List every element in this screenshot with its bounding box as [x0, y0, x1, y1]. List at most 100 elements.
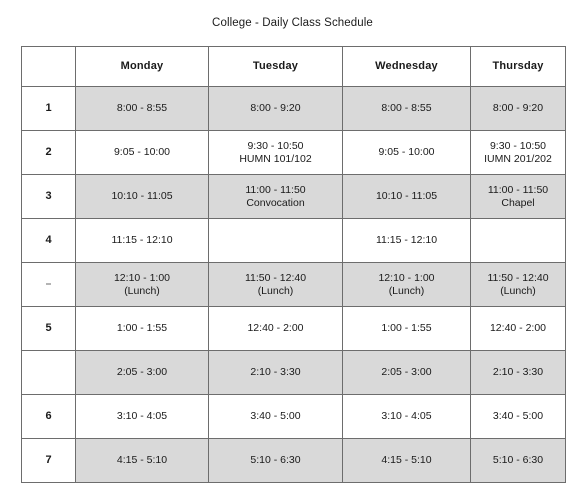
cell-time: 12:40 - 2:00 [247, 322, 304, 334]
table-row: 6 3:10 - 4:05 3:40 - 5:00 3:10 - 4:05 3:40 -… [21, 394, 566, 439]
schedule-cell-monday: 4:15 - 5:10 [75, 438, 209, 483]
schedule-cell-thursday: 3:40 - 5:00 [470, 394, 566, 439]
table-row: 1 8:00 - 8:55 8:00 - 9:20 8:00 - 8:55 8:00 -… [21, 86, 566, 131]
schedule-cell-monday: 8:00 - 8:55 [75, 86, 209, 131]
cell-time: 3:10 - 4:05 [381, 410, 432, 422]
schedule-cell-thursday: 8:00 - 9:20 [470, 86, 566, 131]
table-row: 2 9:05 - 10:00 9:30 - 10:50 HUMN 101/102 9:0… [21, 130, 566, 175]
cell-time: 9:30 - 10:50 [489, 139, 547, 152]
schedule-cell-tuesday: 12:40 - 2:00 [208, 306, 343, 351]
cell-time: 11:15 - 12:10 [375, 234, 438, 246]
cell-time: 5:10 - 6:30 [250, 454, 301, 466]
schedule-cell-tuesday: 11:50 - 12:40 (Lunch) [208, 262, 343, 307]
table-row: 7 4:15 - 5:10 5:10 - 6:30 4:15 - 5:10 5:10 -… [21, 438, 566, 483]
schedule-cell-tuesday: 2:10 - 3:30 [208, 350, 343, 395]
schedule-cell-thursday: 5:10 - 6:30 [470, 438, 566, 483]
cell-time: 3:10 - 4:05 [116, 410, 168, 422]
schedule-cell-thursday: 11:50 - 12:40 (Lunch) [470, 262, 566, 307]
schedule-table: Monday Tuesday Wednesday Thursday 1 8:00 … [21, 46, 566, 483]
schedule-cell-wednesday: 3:10 - 4:05 [342, 394, 471, 439]
cell-time: 4:15 - 5:10 [116, 454, 168, 466]
cell-note: HUMN 101/102 [239, 152, 312, 165]
period-number-cell [21, 262, 76, 307]
cell-time: 11:50 - 12:40 [487, 271, 549, 284]
cell-note: IUMN 201/202 [484, 152, 552, 165]
schedule-cell-monday: 2:05 - 3:00 [75, 350, 209, 395]
cell-time: 8:00 - 8:55 [381, 102, 432, 114]
cell-time: 11:00 - 11:50 [487, 183, 549, 196]
schedule-cell-wednesday: 9:05 - 10:00 [342, 130, 471, 175]
period-number-cell: 5 [21, 306, 76, 351]
table-row: 12:10 - 1:00 (Lunch) 11:50 - 12:40 (Lunch) 1… [21, 262, 566, 307]
period-number-cell: 6 [21, 394, 76, 439]
cell-time: 10:10 - 11:05 [375, 190, 438, 202]
schedule-cell-tuesday: 11:00 - 11:50 Convocation [208, 174, 343, 219]
header-row: Monday Tuesday Wednesday Thursday [21, 46, 566, 87]
period-number-cell [21, 350, 76, 395]
schedule-cell-monday: 1:00 - 1:55 [75, 306, 209, 351]
cell-time: 11:50 - 12:40 [244, 271, 307, 284]
schedule-cell-tuesday: 8:00 - 9:20 [208, 86, 343, 131]
cell-time: 9:05 - 10:00 [378, 146, 435, 158]
column-header-thursday: Thursday [470, 46, 566, 87]
cell-time: 12:40 - 2:00 [489, 322, 547, 334]
cell-note: Convocation [246, 196, 305, 209]
period-dash-mark [46, 283, 51, 286]
schedule-cell-monday: 3:10 - 4:05 [75, 394, 209, 439]
cell-note: (Lunch) [257, 284, 294, 297]
period-number-cell: 2 [21, 130, 76, 175]
schedule-cell-wednesday: 10:10 - 11:05 [342, 174, 471, 219]
period-number-cell: 3 [21, 174, 76, 219]
cell-time: 8:00 - 9:20 [492, 102, 544, 114]
schedule-cell-wednesday: 2:05 - 3:00 [342, 350, 471, 395]
cell-note: Chapel [501, 196, 535, 209]
column-header-period [21, 46, 76, 87]
cell-time: 10:10 - 11:05 [111, 190, 173, 202]
cell-note: (Lunch) [388, 284, 425, 297]
schedule-cell-tuesday [208, 218, 343, 263]
cell-time: 12:10 - 1:00 [113, 271, 171, 284]
cell-time: 9:05 - 10:00 [113, 146, 171, 158]
cell-time: 1:00 - 1:55 [116, 322, 168, 334]
schedule-cell-tuesday: 3:40 - 5:00 [208, 394, 343, 439]
cell-time: 11:15 - 12:10 [111, 234, 173, 246]
cell-time: 8:00 - 9:20 [250, 102, 301, 114]
cell-time: 8:00 - 8:55 [116, 102, 168, 114]
table-row: 2:05 - 3:00 2:10 - 3:30 2:05 - 3:00 2:10 - … [21, 350, 566, 395]
schedule-cell-wednesday: 8:00 - 8:55 [342, 86, 471, 131]
schedule-cell-wednesday: 1:00 - 1:55 [342, 306, 471, 351]
schedule-table-container: Monday Tuesday Wednesday Thursday 1 8:00 … [21, 46, 566, 483]
column-header-tuesday: Tuesday [208, 46, 343, 87]
cell-time: 4:15 - 5:10 [381, 454, 432, 466]
cell-time: 3:40 - 5:00 [250, 410, 301, 422]
period-number-cell: 1 [21, 86, 76, 131]
cell-time: 2:10 - 3:30 [492, 366, 544, 378]
cell-note: (Lunch) [124, 284, 160, 297]
table-body: 1 8:00 - 8:55 8:00 - 9:20 8:00 - 8:55 8:00 -… [21, 86, 566, 483]
cell-time: 2:05 - 3:00 [116, 366, 168, 378]
cell-time: 2:05 - 3:00 [381, 366, 432, 378]
schedule-cell-monday: 10:10 - 11:05 [75, 174, 209, 219]
schedule-cell-thursday: 12:40 - 2:00 [470, 306, 566, 351]
table-row: 4 11:15 - 12:10 11:15 - 12:10 [21, 218, 566, 263]
cell-time: 11:00 - 11:50 [245, 183, 306, 196]
cell-time: 1:00 - 1:55 [381, 322, 432, 334]
schedule-cell-wednesday: 4:15 - 5:10 [342, 438, 471, 483]
schedule-cell-thursday [470, 218, 566, 263]
column-header-wednesday: Wednesday [342, 46, 471, 87]
schedule-cell-monday: 12:10 - 1:00 (Lunch) [75, 262, 209, 307]
table-header: Monday Tuesday Wednesday Thursday [21, 46, 566, 87]
schedule-cell-thursday: 9:30 - 10:50 IUMN 201/202 [470, 130, 566, 175]
cell-note: (Lunch) [500, 284, 536, 297]
table-row: 3 10:10 - 11:05 11:00 - 11:50 Convocation 10… [21, 174, 566, 219]
cell-time: 5:10 - 6:30 [492, 454, 544, 466]
cell-time: 3:40 - 5:00 [492, 410, 544, 422]
schedule-page: College - Daily Class Schedule Monday Tu… [0, 0, 585, 500]
schedule-cell-thursday: 11:00 - 11:50 Chapel [470, 174, 566, 219]
schedule-cell-tuesday: 9:30 - 10:50 HUMN 101/102 [208, 130, 343, 175]
table-row: 5 1:00 - 1:55 12:40 - 2:00 1:00 - 1:55 12:40… [21, 306, 566, 351]
period-number-cell: 7 [21, 438, 76, 483]
period-number-cell: 4 [21, 218, 76, 263]
schedule-cell-monday: 11:15 - 12:10 [75, 218, 209, 263]
schedule-cell-tuesday: 5:10 - 6:30 [208, 438, 343, 483]
